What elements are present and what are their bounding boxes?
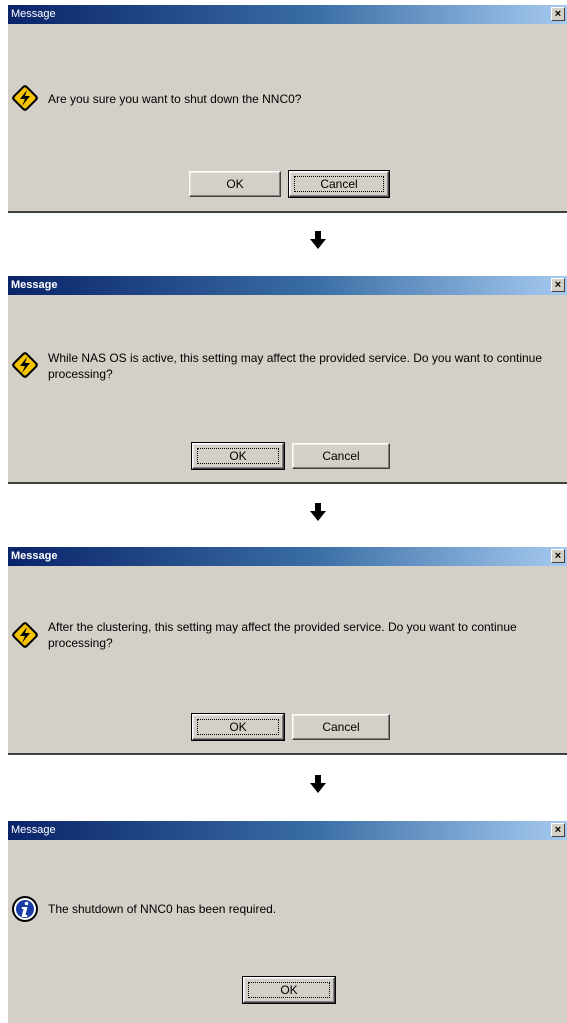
message-dialog-shutdown-info: Message × The shutdown of NNC0 has been …	[8, 821, 567, 1023]
ok-button[interactable]: OK	[242, 976, 336, 1004]
ok-button[interactable]: OK	[189, 171, 281, 197]
message-text: After the clustering, this setting may a…	[48, 620, 517, 650]
warning-lightning-icon	[12, 85, 38, 111]
message-dialog-nas-os-active: Message × While NAS OS is active, this s…	[8, 276, 567, 484]
cancel-button-label: Cancel	[322, 720, 360, 734]
ok-button[interactable]: OK	[191, 713, 285, 741]
ok-button-label: OK	[229, 720, 247, 734]
cancel-button[interactable]: Cancel	[288, 170, 390, 198]
close-button[interactable]: ×	[551, 7, 565, 21]
arrow-down-icon	[310, 503, 326, 521]
title-bar: Message ×	[8, 5, 567, 24]
title-bar: Message ×	[8, 547, 567, 566]
close-button[interactable]: ×	[551, 823, 565, 837]
close-button[interactable]: ×	[551, 549, 565, 563]
window-title: Message	[11, 8, 56, 20]
cancel-button[interactable]: Cancel	[292, 714, 390, 740]
close-button[interactable]: ×	[551, 278, 565, 292]
ok-button-label: OK	[229, 449, 247, 463]
title-bar: Message ×	[8, 276, 567, 295]
message-text: Are you sure you want to shut down the N…	[48, 92, 302, 106]
cancel-button[interactable]: Cancel	[292, 443, 390, 469]
message-text: While NAS OS is active, this setting may…	[48, 351, 543, 381]
ok-button-label: OK	[280, 983, 298, 997]
arrow-down-icon	[310, 231, 326, 249]
warning-lightning-icon	[12, 352, 38, 378]
warning-lightning-icon	[12, 622, 38, 648]
window-title: Message	[11, 550, 58, 562]
window-title: Message	[11, 279, 58, 291]
info-icon	[12, 896, 38, 922]
message-dialog-shutdown-confirm: Message × Are you sure you want to shut …	[8, 5, 567, 213]
ok-button[interactable]: OK	[191, 442, 285, 470]
arrow-down-icon	[310, 775, 326, 793]
message-text: The shutdown of NNC0 has been required.	[48, 902, 277, 916]
title-bar: Message ×	[8, 821, 567, 840]
cancel-button-label: Cancel	[320, 177, 358, 191]
ok-button-label: OK	[226, 177, 244, 191]
cancel-button-label: Cancel	[322, 449, 360, 463]
message-dialog-clustering: Message × After the clustering, this set…	[8, 547, 567, 755]
window-title: Message	[11, 824, 56, 836]
